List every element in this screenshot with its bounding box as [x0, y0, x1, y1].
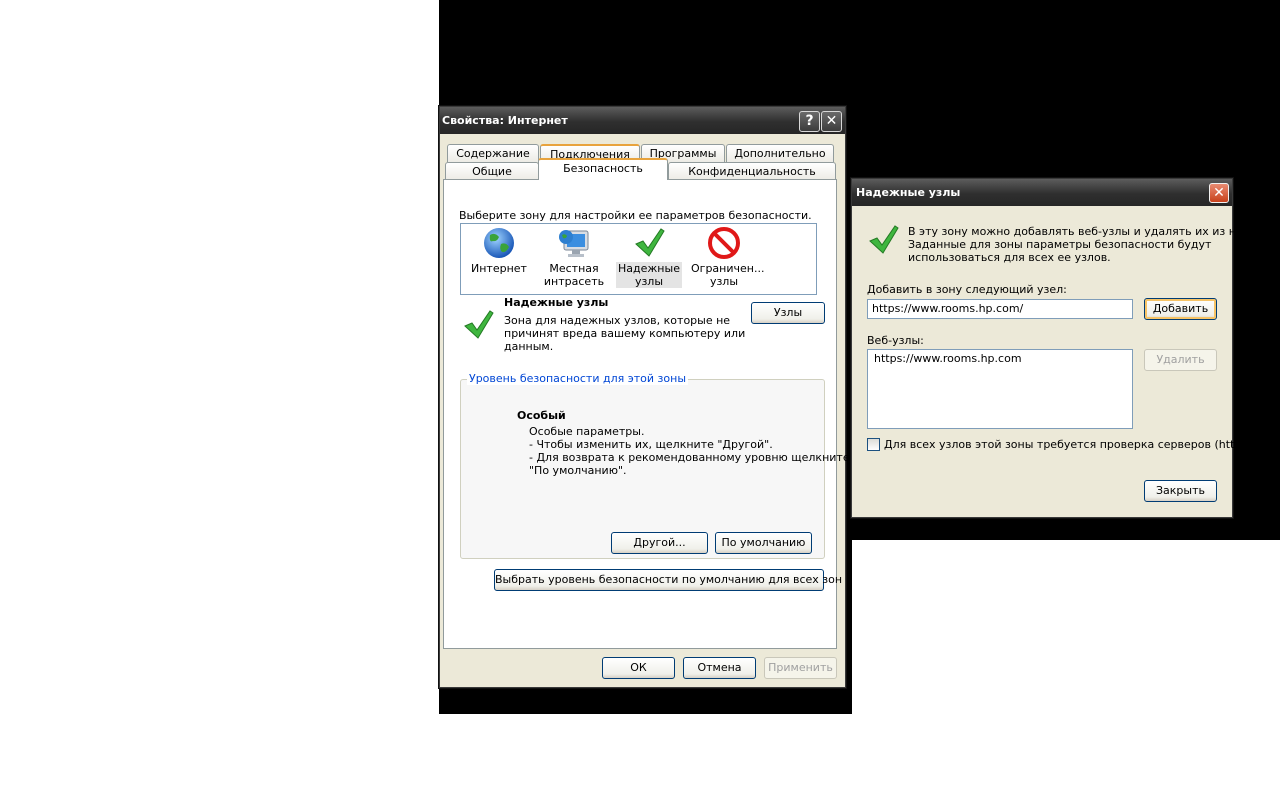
reset-all-zones-button[interactable]: Выбрать уровень безопасности по умолчани…: [494, 569, 842, 591]
tab-advanced[interactable]: Дополнительно: [726, 144, 834, 162]
security-tab-panel: Выберите зону для настройки ее параметро…: [443, 179, 850, 649]
restricted-icon: [708, 227, 740, 259]
trusted-sites-window: Надежные узлы ✕ В эту зону можно добавля…: [851, 178, 1255, 518]
selected-zone-desc-1: Зона для надежных узлов, которые не: [504, 314, 731, 327]
internet-options-window: Свойства: Интернет ? ✕ Содержание Подклю…: [439, 106, 850, 688]
level-desc-1: Особые параметры.: [529, 425, 645, 438]
default-level-button[interactable]: По умолчанию: [715, 532, 812, 554]
globe-icon: [484, 228, 514, 258]
tab-security[interactable]: Безопасность: [538, 158, 668, 180]
websites-label: Веб-узлы:: [867, 334, 924, 347]
zone-list: Интернет Местная интрасеть Надежные узлы…: [460, 223, 817, 295]
zone-restricted-label-1: Ограничен...: [691, 262, 765, 275]
window-title: Свойства: Интернет: [442, 114, 568, 127]
zone-internet[interactable]: Интернет: [466, 226, 532, 275]
websites-list[interactable]: https://www.rooms.hp.com: [867, 349, 1133, 429]
close-dialog-button[interactable]: Закрыть: [1144, 480, 1217, 502]
trusted-sites-titlebar[interactable]: Надежные узлы ✕: [852, 179, 1232, 206]
add-site-input[interactable]: https://www.rooms.hp.com/: [867, 299, 1133, 319]
zone-trusted-label-2: узлы: [616, 275, 682, 288]
intranet-monitor-icon: [559, 230, 589, 257]
close-button[interactable]: ✕: [821, 111, 842, 132]
selected-zone-desc-2: причинят вреда вашему компьютеру или: [504, 327, 746, 340]
zone-intranet-label-2: интрасеть: [543, 275, 605, 288]
zone-trusted-label-1: Надежные: [616, 262, 682, 275]
trusted-sites-close-button[interactable]: ✕: [1209, 183, 1229, 203]
level-desc-2: - Чтобы изменить их, щелкните "Другой".: [529, 438, 773, 451]
internet-options-titlebar[interactable]: Свойства: Интернет ? ✕: [440, 107, 845, 134]
zone-restricted-sites[interactable]: Ограничен... узлы: [691, 226, 765, 288]
info-line-3: использоваться для всех ее узлов.: [908, 251, 1111, 264]
security-level-group: Уровень безопасности для этой зоны Особы…: [460, 372, 850, 559]
ok-button[interactable]: ОК: [602, 657, 675, 679]
zone-prompt: Выберите зону для настройки ее параметро…: [459, 209, 812, 222]
zone-trusted-sites[interactable]: Надежные узлы: [616, 226, 682, 288]
require-https-checkbox[interactable]: [867, 438, 880, 451]
trusted-check-icon: [635, 228, 665, 257]
level-desc-3: - Для возврата к рекомендованному уровню…: [529, 451, 850, 464]
zone-intranet-label-1: Местная: [549, 262, 599, 275]
info-line-2: Заданные для зоны параметры безопасности…: [908, 238, 1212, 251]
zone-internet-label: Интернет: [471, 262, 527, 275]
sites-button[interactable]: Узлы: [751, 302, 825, 324]
selected-zone-title: Надежные узлы: [504, 296, 609, 309]
tab-privacy[interactable]: Конфиденциальность: [668, 162, 836, 180]
website-item[interactable]: https://www.rooms.hp.com: [874, 352, 1126, 366]
selected-zone-desc-3: данным.: [504, 340, 554, 353]
require-https-label[interactable]: Для всех узлов этой зоны требуется прове…: [884, 438, 1255, 451]
zone-local-intranet[interactable]: Местная интрасеть: [541, 226, 607, 288]
level-desc-4: "По умолчанию".: [529, 464, 627, 477]
add-site-button[interactable]: Добавить: [1144, 298, 1217, 320]
cancel-button[interactable]: Отмена: [683, 657, 756, 679]
zone-restricted-label-2: узлы: [709, 275, 739, 288]
security-level-legend: Уровень безопасности для этой зоны: [467, 372, 688, 385]
help-button[interactable]: ?: [799, 111, 820, 132]
remove-site-button[interactable]: Удалить: [1144, 349, 1217, 371]
tab-general[interactable]: Общие: [445, 162, 539, 180]
custom-level-button[interactable]: Другой...: [611, 532, 708, 554]
trusted-zone-check-icon: [464, 310, 494, 339]
add-site-label: Добавить в зону следующий узел:: [867, 283, 1067, 296]
trusted-sites-title: Надежные узлы: [856, 186, 961, 199]
info-check-icon: [869, 225, 899, 254]
apply-button[interactable]: Применить: [764, 657, 837, 679]
tab-content[interactable]: Содержание: [447, 144, 539, 162]
info-line-1: В эту зону можно добавлять веб-узлы и уд…: [908, 225, 1253, 238]
level-name: Особый: [517, 409, 566, 422]
